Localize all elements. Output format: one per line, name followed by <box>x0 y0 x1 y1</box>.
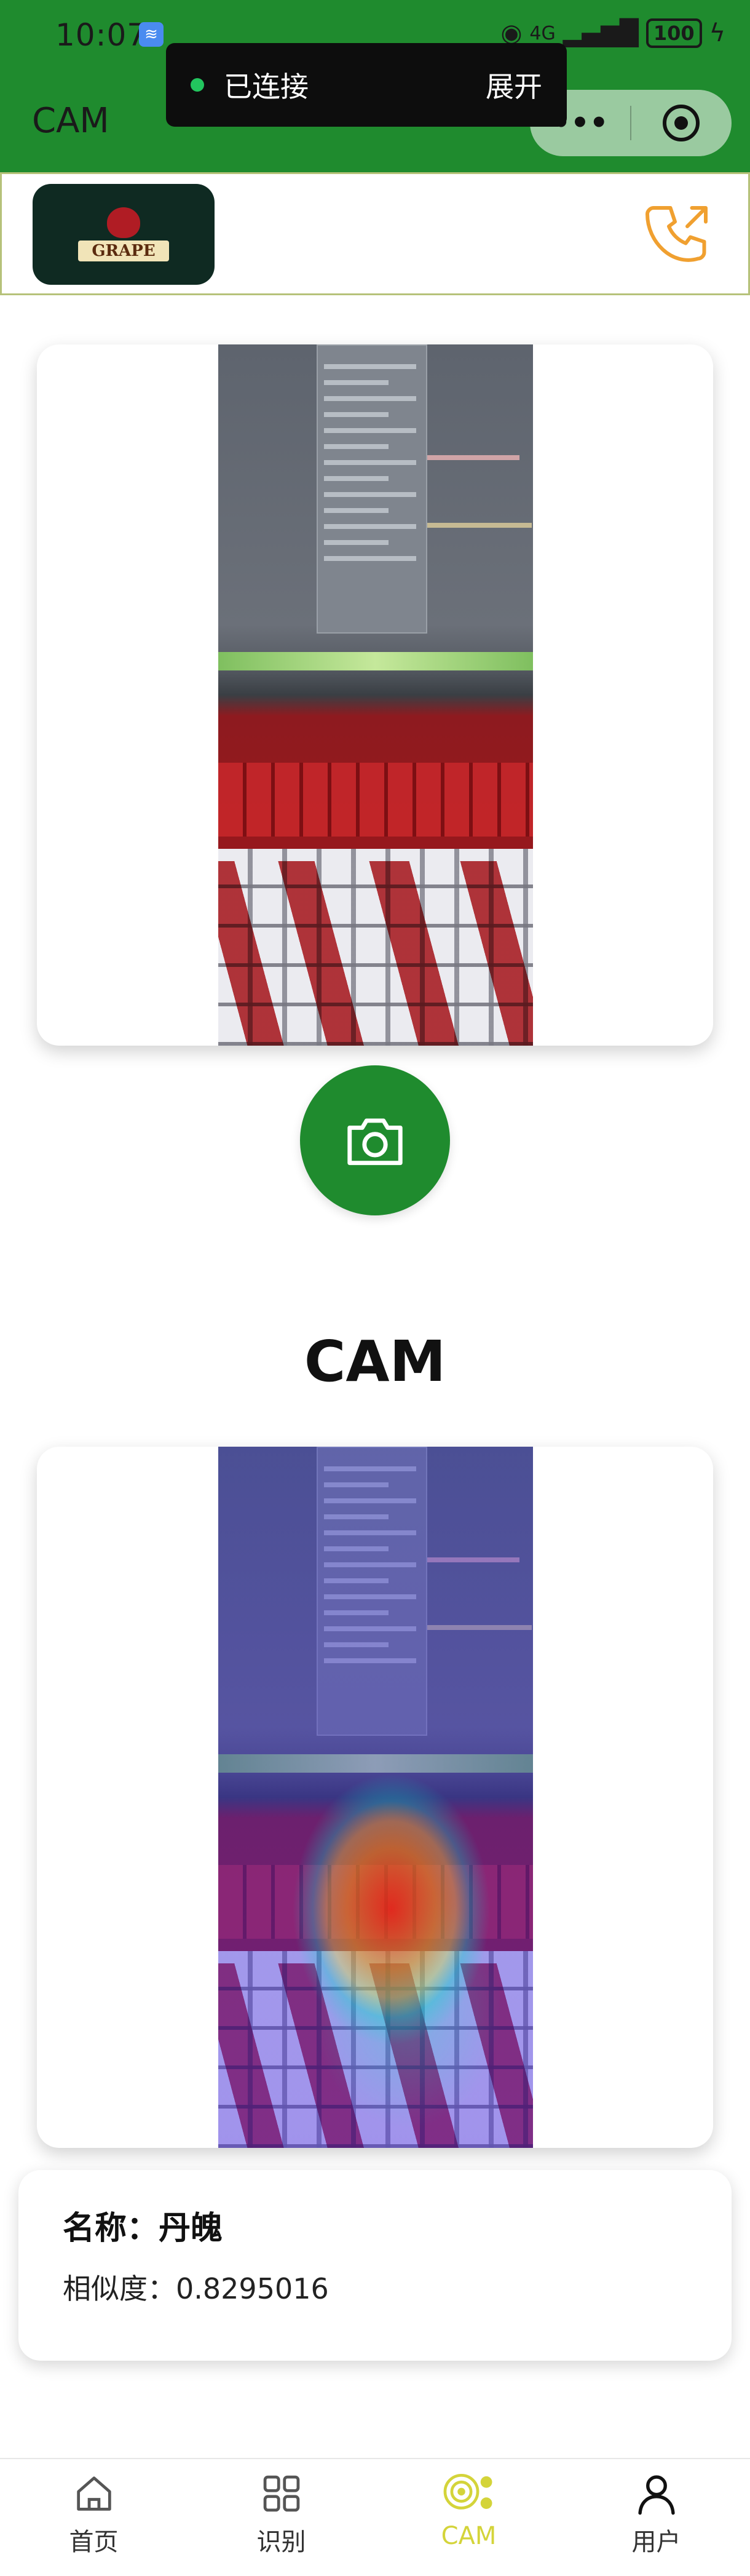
result-card: 名称：丹魄 相似度：0.8295016 <box>18 2170 732 2361</box>
tab-home[interactable]: 首页 <box>0 2459 188 2576</box>
page-title: CAM <box>32 101 109 141</box>
photo-screen-window <box>317 344 427 634</box>
connection-toast: 已连接 展开 <box>166 43 567 127</box>
toast-expand-button[interactable]: 展开 <box>486 65 542 105</box>
tab-recognize[interactable]: 识别 <box>188 2459 375 2576</box>
result-name: 名称：丹魄 <box>63 2202 687 2248</box>
heatmap-overlay <box>218 1447 533 2148</box>
app-header: 10:07 ≋ ◉ 4G ▂▄▆█ 100 ϟ CAM ••• 已连接 展开 <box>0 0 750 172</box>
signal-label: 4G <box>529 22 556 44</box>
bottom-tab-bar: 首页 识别 CAM 用户 <box>0 2458 750 2576</box>
tab-cam[interactable]: CAM <box>375 2459 562 2576</box>
capture-button[interactable] <box>300 1065 450 1215</box>
wifi-icon: ≋ <box>139 22 164 47</box>
signal-bars-icon: ▂▄▆█ <box>562 19 639 47</box>
toast-text: 已连接 <box>224 70 309 103</box>
name-value: 丹魄 <box>159 2210 223 2247</box>
cam-heatmap-image <box>218 1447 533 2148</box>
close-miniapp-button[interactable] <box>631 105 732 141</box>
section-title: CAM <box>304 1329 446 1394</box>
similarity-label: 相似度： <box>63 2272 176 2305</box>
captured-photo-card <box>37 344 713 1046</box>
phone-call-icon[interactable] <box>641 199 715 272</box>
grape-icon <box>107 207 140 238</box>
charging-icon: ϟ <box>709 19 725 47</box>
tab-user[interactable]: 用户 <box>562 2459 750 2576</box>
grid-icon <box>263 2475 299 2512</box>
connected-dot-icon <box>191 78 204 92</box>
tab-user-label: 用户 <box>631 2528 681 2556</box>
grape-logo: GRAPE <box>33 184 215 285</box>
home-icon <box>76 2476 111 2511</box>
captured-photo <box>218 344 533 1046</box>
result-similarity: 相似度：0.8295016 <box>63 2267 687 2307</box>
similarity-value: 0.8295016 <box>176 2272 329 2305</box>
name-label: 名称： <box>63 2210 159 2247</box>
page: 10:07 ≋ ◉ 4G ▂▄▆█ 100 ϟ CAM ••• 已连接 展开 G… <box>0 0 750 2576</box>
target-icon <box>663 105 700 141</box>
cam-heatmap-card <box>37 1447 713 2148</box>
camera-icon <box>347 1118 403 1166</box>
tab-cam-label: CAM <box>441 2522 497 2550</box>
logo-text: GRAPE <box>78 241 169 261</box>
user-icon <box>638 2475 675 2515</box>
tab-recognize-label: 识别 <box>256 2528 306 2556</box>
battery-level: 100 <box>645 18 702 48</box>
cam-rings-icon <box>443 2473 492 2510</box>
tab-home-label: 首页 <box>69 2528 119 2556</box>
brand-bar: GRAPE <box>0 172 750 295</box>
status-time: 10:07 <box>55 17 148 53</box>
